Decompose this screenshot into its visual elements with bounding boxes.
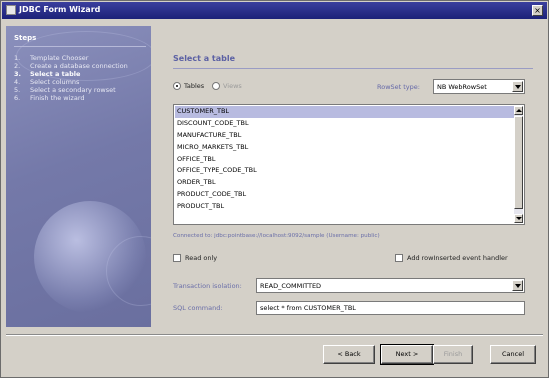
- wizard-window: JDBC Form Wizard × Steps 1. Template Choo…: [0, 0, 549, 378]
- next-button[interactable]: Next >: [380, 344, 434, 365]
- rowset-type-label: RowSet type:: [377, 83, 420, 91]
- step-item: 6. Finish the wizard: [14, 94, 85, 102]
- step-item: 1. Template Chooser: [14, 54, 89, 62]
- table-list-item[interactable]: DISCOUNT_CODE_TBL: [175, 118, 514, 130]
- add-handler-checkbox[interactable]: Add rowInserted event handler: [395, 254, 508, 262]
- tables-list-items: CUSTOMER_TBL DISCOUNT_CODE_TBL MANUFACTURE…: [175, 106, 514, 213]
- scroll-up-icon[interactable]: [514, 106, 523, 115]
- step-item: 4. Select columns: [14, 78, 80, 86]
- scroll-thumb[interactable]: [514, 116, 523, 209]
- table-list-item[interactable]: MANUFACTURE_TBL: [175, 130, 514, 142]
- app-icon: [6, 5, 16, 15]
- sql-command-field[interactable]: select * from CUSTOMER_TBL: [256, 301, 525, 315]
- views-radio[interactable]: Views: [212, 82, 242, 90]
- connection-status: Connected to: jdbc:pointbase://localhost…: [173, 233, 380, 239]
- transaction-isolation-label: Transaction isolation:: [173, 282, 242, 290]
- radio-selected-icon: [173, 82, 181, 90]
- scroll-down-icon[interactable]: [514, 214, 523, 223]
- table-list-item[interactable]: OFFICE_TYPE_CODE_TBL: [175, 165, 514, 177]
- table-list-item[interactable]: PRODUCT_CODE_TBL: [175, 189, 514, 201]
- heading-divider: [173, 68, 533, 69]
- rowset-type-select[interactable]: NB WebRowSet: [433, 79, 525, 94]
- read-only-checkbox[interactable]: Read only: [173, 254, 217, 262]
- window-title: JDBC Form Wizard: [19, 5, 101, 14]
- checkbox-icon: [395, 254, 403, 262]
- steps-list: 1. Template Chooser 2. Create a database c…: [14, 54, 128, 102]
- cancel-button[interactable]: Cancel: [490, 345, 536, 364]
- tables-list[interactable]: CUSTOMER_TBL DISCOUNT_CODE_TBL MANUFACTURE…: [173, 104, 525, 225]
- transaction-isolation-select[interactable]: READ_COMMITTED: [256, 278, 525, 293]
- step-item: 2. Create a database connection: [14, 62, 128, 70]
- tables-list-scrollbar[interactable]: [514, 106, 523, 223]
- chevron-down-icon[interactable]: [512, 280, 523, 291]
- back-button[interactable]: < Back: [323, 345, 375, 364]
- title-bar: JDBC Form Wizard ×: [2, 2, 547, 19]
- steps-divider: [14, 46, 146, 47]
- step-panel: Select a table Tables Views RowSet type:…: [165, 26, 543, 327]
- table-list-item[interactable]: OFFICE_TBL: [175, 154, 514, 166]
- close-icon[interactable]: ×: [532, 5, 543, 16]
- sql-command-label: SQL command:: [173, 304, 223, 312]
- step-item-current: 3. Select a table: [14, 70, 81, 78]
- table-list-item[interactable]: CUSTOMER_TBL: [175, 106, 514, 118]
- table-list-item[interactable]: MICRO_MARKETS_TBL: [175, 142, 514, 154]
- table-list-item[interactable]: PRODUCT_TBL: [175, 201, 514, 213]
- page-title: Select a table: [173, 54, 236, 63]
- chevron-down-icon[interactable]: [512, 81, 523, 92]
- steps-title: Steps: [14, 34, 37, 42]
- finish-button[interactable]: Finish: [433, 345, 473, 364]
- checkbox-icon: [173, 254, 181, 262]
- tables-radio[interactable]: Tables: [173, 82, 204, 90]
- radio-icon: [212, 82, 220, 90]
- step-item: 5. Select a secondary rowset: [14, 86, 116, 94]
- steps-sidebar: Steps 1. Template Chooser 2. Create a data…: [6, 26, 151, 327]
- footer-divider: [6, 334, 543, 336]
- table-list-item[interactable]: ORDER_TBL: [175, 177, 514, 189]
